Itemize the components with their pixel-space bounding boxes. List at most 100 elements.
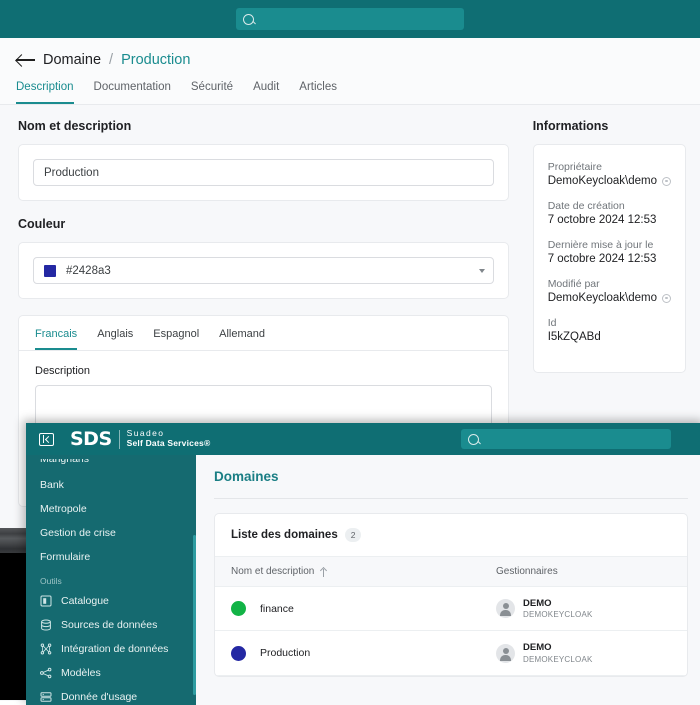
list-header: Liste des domaines 2 [215,514,687,556]
sidebar-item-label: Sources de données [61,619,158,631]
info-text: DemoKeycloak\demo [547,292,657,304]
sidebar-item-modeles[interactable]: Modèles [26,661,196,685]
back-arrow-icon[interactable] [16,53,35,67]
breadcrumb-current: Production [121,52,191,68]
sort-ascending-icon[interactable] [320,567,327,577]
column-header-nom[interactable]: Nom et description [231,566,496,577]
color-swatch [44,264,56,277]
sds-logo-words: Suadeo Self Data Services® [127,429,211,448]
sidebar-item-marignans[interactable]: Marignans [26,459,196,473]
tab-documentation[interactable]: Documentation [94,81,171,104]
page-header: Domaine / Production Description Documen… [0,38,700,105]
tab-description[interactable]: Description [16,81,74,104]
row-manager-cell: DEMO DEMOKEYCLOAK [496,598,593,619]
info-value: I5kZQABd [548,331,671,343]
info-row-derniere-maj: Dernière mise à jour le 7 octobre 2024 1… [548,239,671,265]
search-icon [468,433,479,445]
domain-name: finance [260,602,294,615]
database-icon [40,619,52,631]
sidebar-item-label: Bank [40,479,64,491]
sidebar-item-donnee-dusage[interactable]: Donnée d'usage [26,685,196,705]
domains-list-window: SDS Suadeo Self Data Services® Marignans… [26,423,700,705]
sidebar-item-catalogue[interactable]: Catalogue [26,589,196,613]
info-circle-icon[interactable] [662,293,671,303]
tab-securite[interactable]: Sécurité [191,81,233,104]
domain-color-dot [231,601,246,617]
info-value: 7 octobre 2024 12:53 [548,253,671,265]
breadcrumb-parent[interactable]: Domaine [43,52,101,68]
lang-tab-francais[interactable]: Francais [35,328,78,350]
domains-main: Domaines Liste des domaines 2 Nom et des… [196,455,700,705]
search-icon [243,13,254,25]
domain-name: Production [260,647,311,660]
domains-count-badge: 2 [344,528,362,542]
search-input[interactable] [254,8,457,30]
front-search-input[interactable] [479,429,664,449]
global-search-box[interactable] [236,8,464,30]
nav-sidebar: Marignans Bank Metropole Gestion de cris… [26,455,196,705]
color-card: #2428a3 [18,242,509,299]
sidebar-item-integration-de-donnees[interactable]: Intégration de données [26,637,196,661]
language-tabs: Francais Anglais Espagnol Allemand [19,316,508,351]
sidebar-item-label: Marignans [40,459,90,465]
title-divider [214,498,688,499]
lang-tab-anglais[interactable]: Anglais [97,328,133,350]
tab-articles[interactable]: Articles [299,81,337,104]
top-bar [0,0,700,38]
info-value: 7 octobre 2024 12:53 [548,214,671,226]
catalogue-icon [40,595,52,607]
usage-data-icon [40,691,52,703]
list-title: Liste des domaines [231,529,338,541]
sidebar-item-bank[interactable]: Bank [26,473,196,497]
sidebar-collapse-icon[interactable] [39,432,54,446]
integration-icon [40,643,52,655]
breadcrumb-separator: / [109,52,114,68]
chevron-down-icon[interactable] [478,268,485,273]
sidebar-item-label: Donnée d'usage [61,691,138,703]
detail-tabs: Description Documentation Sécurité Audit… [16,81,684,104]
domain-color-dot [231,645,246,661]
info-key: Date de création [547,200,625,212]
table-header: Nom et description Gestionnaires [215,556,687,587]
informations-title: Informations [532,119,609,133]
tab-audit[interactable]: Audit [253,81,279,104]
color-select[interactable]: #2428a3 [33,257,494,284]
column-header-gestionnaires[interactable]: Gestionnaires [496,566,558,577]
color-value: #2428a3 [66,264,111,277]
manager-info: DEMO DEMOKEYCLOAK [523,598,593,619]
sidebar-item-label: Gestion de crise [40,527,116,539]
sds-logo-mark: SDS [70,427,112,450]
sidebar-scrollbar[interactable] [193,535,196,695]
info-key: Dernière mise à jour le [547,239,654,251]
sidebar-item-sources-de-donnees[interactable]: Sources de données [26,613,196,637]
domain-name-input[interactable] [33,159,494,186]
description-label: Description [35,365,91,377]
manager-name: DEMO [523,642,552,654]
table-row[interactable]: finance DEMO DEMOKEYCLOAK [215,587,687,632]
informations-card: Propriétaire DemoKeycloak\demo Date de c… [532,144,686,373]
info-text: 7 octobre 2024 12:53 [547,214,657,226]
info-value: DemoKeycloak\demo [548,292,671,304]
sds-logo: SDS Suadeo Self Data Services® [70,427,211,450]
name-section-label: Nom et description [18,119,132,133]
info-circle-icon[interactable] [662,176,671,186]
sidebar-item-formulaire[interactable]: Formulaire [26,545,196,569]
manager-realm: DEMOKEYCLOAK [523,654,593,664]
manager-realm: DEMOKEYCLOAK [523,610,593,620]
sidebar-item-label: Metropole [40,503,87,515]
front-search-box[interactable] [461,429,671,449]
table-row[interactable]: Production DEMO DEMOKEYCLOAK [215,631,687,676]
avatar [496,599,515,619]
lang-tab-espagnol[interactable]: Espagnol [153,328,199,350]
color-section-label: Couleur [18,217,66,231]
sidebar-item-gestion-de-crise[interactable]: Gestion de crise [26,521,196,545]
front-top-bar: SDS Suadeo Self Data Services® [26,423,700,455]
breadcrumb: Domaine / Production [16,52,684,68]
row-manager-cell: DEMO DEMOKEYCLOAK [496,642,593,664]
lang-tab-allemand[interactable]: Allemand [219,328,265,350]
sidebar-item-metropole[interactable]: Metropole [26,497,196,521]
manager-name: DEMO [523,598,552,609]
info-row-modifie-par: Modifié par DemoKeycloak\demo [548,278,671,304]
column-label: Nom et description [231,566,315,577]
column-label: Gestionnaires [496,566,558,577]
